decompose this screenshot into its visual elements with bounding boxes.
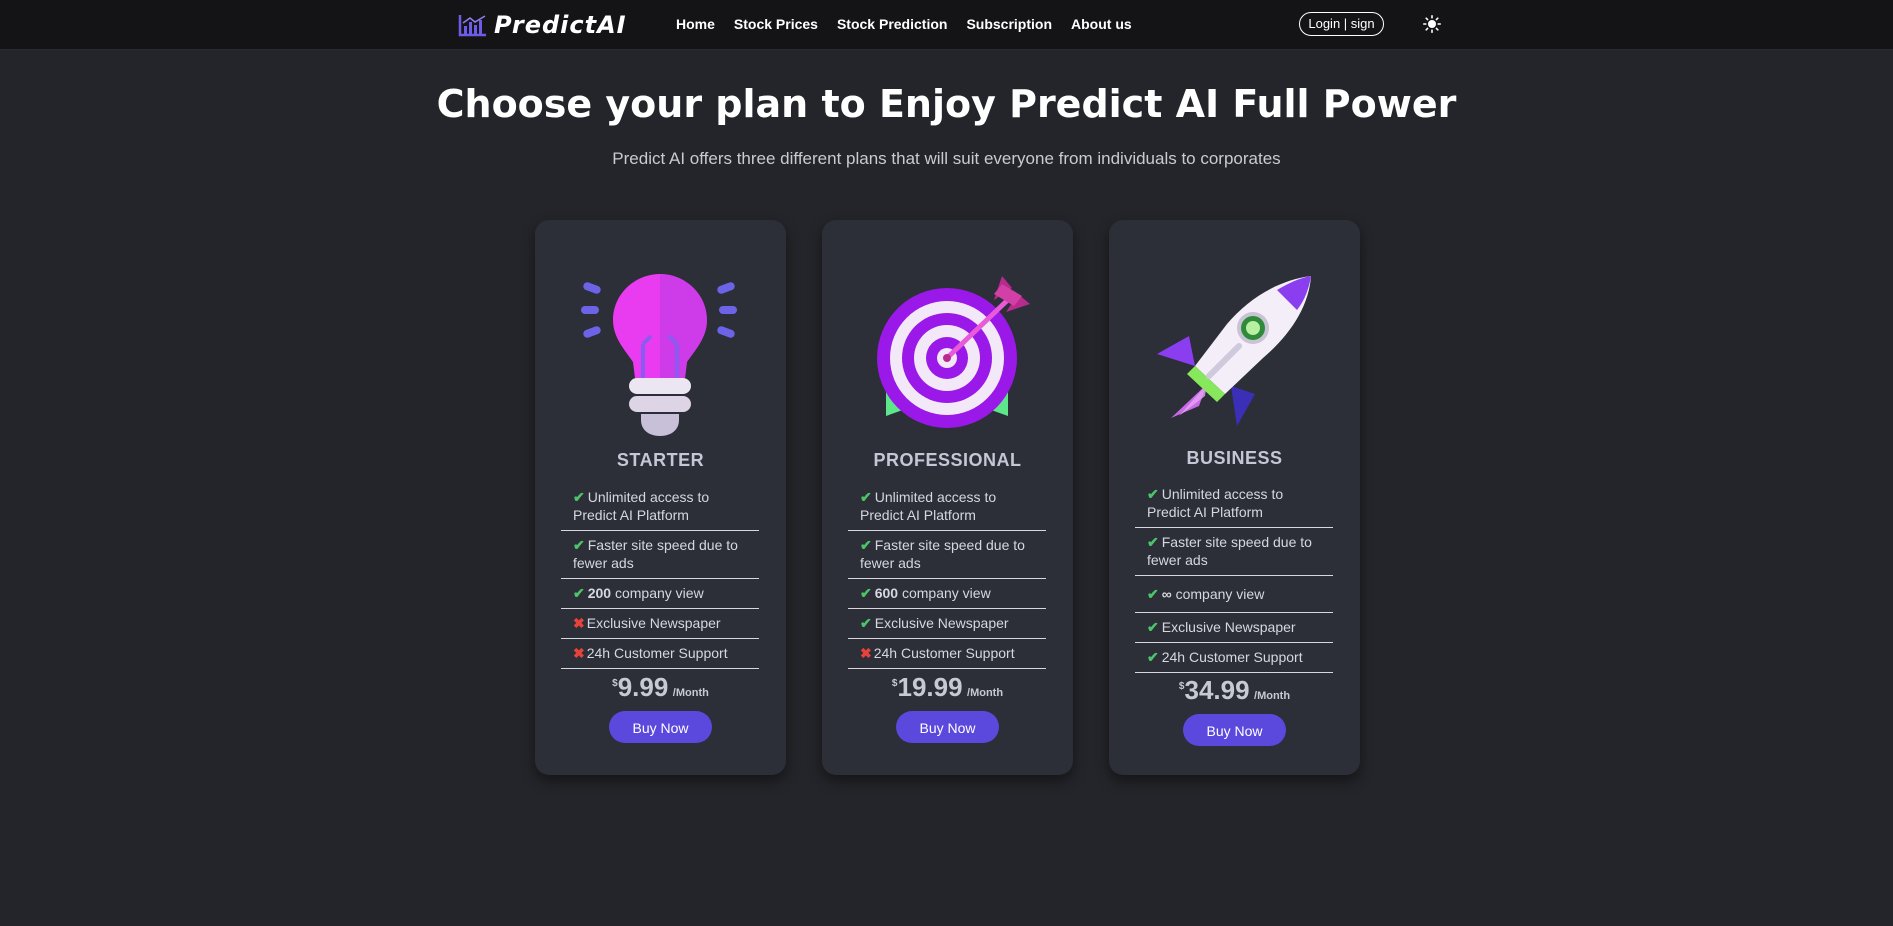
plan-name: STARTER bbox=[616, 450, 705, 470]
feature-item: ✔ 600 company view bbox=[848, 579, 1046, 609]
plan-card-starter: STARTER ✔ Unlimited access to Predict AI … bbox=[535, 220, 786, 775]
target-icon bbox=[877, 276, 1030, 428]
feature-item: ✔ 24h Customer Support bbox=[1135, 643, 1333, 673]
feature-item: ✔ Faster site speed due to fewer ads bbox=[848, 531, 1046, 579]
feature-item: ✔ Unlimited access to Predict AI Platform bbox=[561, 483, 759, 531]
feature-item: ✔ Exclusive Newspaper bbox=[848, 609, 1046, 639]
feature-text: 24h Customer Support bbox=[873, 645, 1015, 661]
nav-links: Home Stock Prices Stock Prediction Subsc… bbox=[676, 16, 1151, 32]
nav-link-about-us[interactable]: About us bbox=[1071, 16, 1132, 32]
feature-text: Exclusive Newspaper bbox=[874, 615, 1009, 631]
nav-link-stock-prices[interactable]: Stock Prices bbox=[734, 16, 818, 32]
feature-text: Unlimited access to Predict AI Platform bbox=[860, 489, 997, 523]
plan-price: $34.99 /Month bbox=[1109, 675, 1360, 706]
feature-text: Unlimited access to Predict AI Platform bbox=[1147, 486, 1284, 520]
plan-price: $19.99 /Month bbox=[822, 672, 1073, 703]
price-period: /Month bbox=[672, 687, 709, 699]
page-title: Choose your plan to Enjoy Predict AI Ful… bbox=[436, 82, 1457, 126]
feature-text: Unlimited access to Predict AI Platform bbox=[573, 489, 710, 523]
check-icon: ✔ bbox=[1147, 649, 1159, 665]
feature-list: ✔ Unlimited access to Predict AI Platform… bbox=[561, 483, 759, 669]
lightbulb-icon bbox=[581, 274, 737, 436]
sun-icon[interactable] bbox=[1423, 15, 1441, 33]
price-amount: 19.99 bbox=[897, 672, 963, 702]
feature-text: company view bbox=[898, 585, 991, 601]
check-icon: ✔ bbox=[573, 585, 585, 601]
check-icon: ✔ bbox=[860, 615, 872, 631]
plan-name: PROFESSIONAL bbox=[873, 450, 1022, 470]
login-button[interactable]: Login | sign bbox=[1299, 12, 1384, 36]
price-amount: 34.99 bbox=[1184, 675, 1250, 705]
company-view-count: 200 bbox=[587, 585, 612, 601]
plan-name: BUSINESS bbox=[1186, 448, 1283, 468]
brand-logo[interactable]: PredictAI bbox=[458, 11, 627, 39]
currency-symbol: $ bbox=[612, 678, 618, 689]
feature-text: Faster site speed due to fewer ads bbox=[573, 537, 738, 571]
cross-icon: ✖ bbox=[573, 645, 585, 661]
nav-link-home[interactable]: Home bbox=[676, 16, 715, 32]
feature-text: Exclusive Newspaper bbox=[586, 615, 721, 631]
check-icon: ✔ bbox=[860, 537, 872, 553]
cross-icon: ✖ bbox=[860, 645, 872, 661]
check-icon: ✔ bbox=[1147, 619, 1159, 635]
brand-name: PredictAI bbox=[494, 11, 627, 39]
feature-text: company view bbox=[1171, 586, 1265, 602]
check-icon: ✔ bbox=[1147, 586, 1159, 602]
feature-item: ✖ 24h Customer Support bbox=[848, 639, 1046, 669]
feature-text: Faster site speed due to fewer ads bbox=[860, 537, 1025, 571]
currency-symbol: $ bbox=[1178, 681, 1185, 692]
page-subtitle: Predict AI offers three different plans … bbox=[612, 149, 1281, 168]
buy-now-button[interactable]: Buy Now bbox=[1183, 714, 1286, 746]
feature-text: 24h Customer Support bbox=[586, 645, 728, 661]
currency-symbol: $ bbox=[891, 678, 898, 689]
buy-now-button[interactable]: Buy Now bbox=[609, 711, 712, 743]
nav-link-subscription[interactable]: Subscription bbox=[966, 16, 1052, 32]
feature-text: Faster site speed due to fewer ads bbox=[1147, 534, 1312, 568]
feature-item: ✔ Unlimited access to Predict AI Platform bbox=[1135, 480, 1333, 528]
company-view-count: 600 bbox=[874, 585, 899, 601]
feature-text: company view bbox=[611, 585, 704, 601]
price-amount: 9.99 bbox=[617, 672, 669, 702]
buy-now-button[interactable]: Buy Now bbox=[896, 711, 999, 743]
chart-logo-icon bbox=[458, 15, 486, 37]
feature-list: ✔ Unlimited access to Predict AI Platform… bbox=[1135, 480, 1333, 673]
feature-text: 24h Customer Support bbox=[1161, 649, 1303, 665]
feature-list: ✔ Unlimited access to Predict AI Platform… bbox=[848, 483, 1046, 669]
check-icon: ✔ bbox=[573, 489, 585, 505]
plan-card-business: BUSINESS ✔ Unlimited access to Predict AI… bbox=[1109, 220, 1360, 775]
check-icon: ✔ bbox=[860, 489, 872, 505]
top-navbar: PredictAI Home Stock Prices Stock Predic… bbox=[0, 0, 1893, 50]
feature-item: ✖ Exclusive Newspaper bbox=[561, 609, 759, 639]
plan-card-professional: PROFESSIONAL ✔ Unlimited access to Predic… bbox=[822, 220, 1073, 775]
price-period: /Month bbox=[967, 687, 1004, 699]
feature-item: ✔ Faster site speed due to fewer ads bbox=[1135, 528, 1333, 576]
check-icon: ✔ bbox=[1147, 534, 1159, 550]
infinity-icon: ∞ bbox=[1161, 586, 1172, 602]
check-icon: ✔ bbox=[573, 537, 585, 553]
feature-item: ✖ 24h Customer Support bbox=[561, 639, 759, 669]
plan-price: $9.99 /Month bbox=[535, 672, 786, 703]
feature-item: ✔ 200 company view bbox=[561, 579, 759, 609]
nav-link-stock-prediction[interactable]: Stock Prediction bbox=[837, 16, 947, 32]
feature-item: ✔ Unlimited access to Predict AI Platform bbox=[848, 483, 1046, 531]
price-period: /Month bbox=[1254, 690, 1291, 702]
feature-item: ✔ Faster site speed due to fewer ads bbox=[561, 531, 759, 579]
feature-item: ✔ ∞ company view bbox=[1135, 576, 1333, 613]
check-icon: ✔ bbox=[1147, 486, 1159, 502]
feature-item: ✔ Exclusive Newspaper bbox=[1135, 613, 1333, 643]
cross-icon: ✖ bbox=[573, 615, 585, 631]
rocket-icon bbox=[1157, 276, 1311, 426]
check-icon: ✔ bbox=[860, 585, 872, 601]
feature-text: Exclusive Newspaper bbox=[1161, 619, 1296, 635]
